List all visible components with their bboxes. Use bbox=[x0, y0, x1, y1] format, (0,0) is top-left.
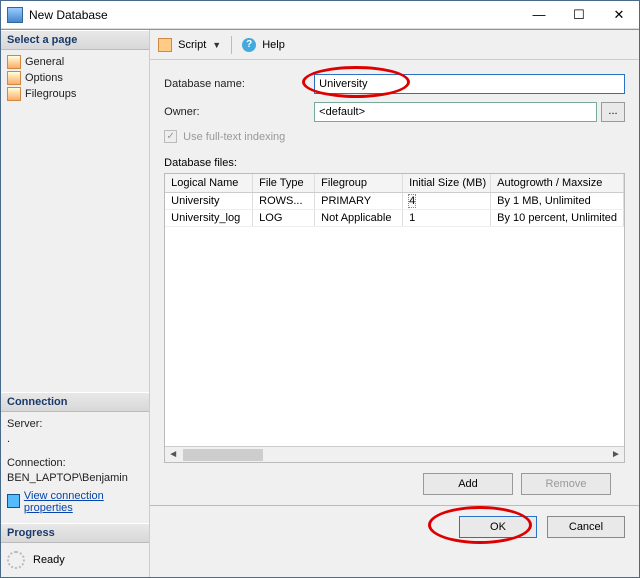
dialog-body: Select a page General Options Filegroups… bbox=[1, 29, 639, 577]
add-button[interactable]: Add bbox=[423, 473, 513, 495]
database-files-label: Database files: bbox=[164, 157, 625, 169]
remove-button: Remove bbox=[521, 473, 611, 495]
page-icon bbox=[7, 55, 21, 69]
col-filegroup[interactable]: Filegroup bbox=[315, 174, 403, 192]
owner-browse-button[interactable]: ... bbox=[601, 102, 625, 122]
sidebar: Select a page General Options Filegroups… bbox=[1, 30, 150, 577]
sidebar-item-filegroups[interactable]: Filegroups bbox=[7, 86, 143, 102]
page-label: Options bbox=[25, 72, 63, 84]
server-label: Server: bbox=[7, 418, 143, 430]
ok-button[interactable]: OK bbox=[459, 516, 537, 538]
grid-header: Logical Name File Type Filegroup Initial… bbox=[165, 174, 624, 193]
cell-logical-name[interactable]: University_log bbox=[165, 210, 253, 226]
cell-logical-name[interactable]: University bbox=[165, 193, 253, 209]
cell-filegroup[interactable]: PRIMARY bbox=[315, 193, 403, 209]
page-icon bbox=[7, 71, 21, 85]
scroll-thumb[interactable] bbox=[183, 449, 263, 461]
col-logical-name[interactable]: Logical Name bbox=[165, 174, 253, 192]
connection-label: Connection: bbox=[7, 457, 143, 469]
cancel-button[interactable]: Cancel bbox=[547, 516, 625, 538]
fulltext-checkbox: ✓ bbox=[164, 130, 177, 143]
sidebar-item-general[interactable]: General bbox=[7, 54, 143, 70]
toolbar: Script ▼ ? Help bbox=[150, 30, 639, 60]
sidebar-item-options[interactable]: Options bbox=[7, 70, 143, 86]
script-dropdown-icon[interactable]: ▼ bbox=[212, 40, 221, 50]
page-label: General bbox=[25, 56, 64, 68]
database-icon bbox=[7, 7, 23, 23]
database-files-grid[interactable]: Logical Name File Type Filegroup Initial… bbox=[164, 173, 625, 463]
cell-initial-size[interactable]: 1 bbox=[403, 210, 491, 226]
minimize-button[interactable]: — bbox=[519, 1, 559, 29]
page-label: Filegroups bbox=[25, 88, 76, 100]
script-button[interactable]: Script bbox=[178, 39, 206, 51]
page-list: General Options Filegroups bbox=[1, 50, 149, 106]
new-database-dialog: New Database — ☐ ✕ Select a page General… bbox=[0, 0, 640, 578]
col-initial-size[interactable]: Initial Size (MB) bbox=[403, 174, 491, 192]
cell-autogrowth[interactable]: By 10 percent, Unlimited bbox=[491, 210, 624, 226]
select-page-header: Select a page bbox=[1, 30, 149, 50]
close-button[interactable]: ✕ bbox=[599, 1, 639, 29]
progress-status: Ready bbox=[33, 554, 65, 566]
scroll-left-icon[interactable]: ◄ bbox=[165, 448, 181, 462]
main-panel: Script ▼ ? Help Database name: Owner: ..… bbox=[150, 30, 639, 577]
toolbar-separator bbox=[231, 36, 232, 54]
cell-initial-size[interactable]: 4 bbox=[408, 194, 416, 208]
cell-file-type[interactable]: LOG bbox=[253, 210, 315, 226]
col-autogrowth[interactable]: Autogrowth / Maxsize bbox=[491, 174, 624, 192]
progress-panel: Ready bbox=[1, 543, 149, 577]
database-name-label: Database name: bbox=[164, 78, 314, 90]
connection-value: BEN_LAPTOP\Benjamin bbox=[7, 472, 143, 484]
page-icon bbox=[7, 87, 21, 101]
connection-header: Connection bbox=[1, 392, 149, 412]
scroll-right-icon[interactable]: ► bbox=[608, 448, 624, 462]
fulltext-label: Use full-text indexing bbox=[183, 131, 285, 143]
properties-icon bbox=[7, 494, 20, 508]
titlebar[interactable]: New Database — ☐ ✕ bbox=[1, 1, 639, 29]
dialog-footer: OK Cancel bbox=[150, 505, 639, 548]
grid-row[interactable]: University ROWS... PRIMARY 4 By 1 MB, Un… bbox=[165, 193, 624, 210]
form-area: Database name: Owner: ... ✓ Use full-tex… bbox=[150, 60, 639, 505]
grid-h-scrollbar[interactable]: ◄ ► bbox=[165, 446, 624, 462]
progress-spinner-icon bbox=[7, 551, 25, 569]
grid-row[interactable]: University_log LOG Not Applicable 1 By 1… bbox=[165, 210, 624, 227]
connection-panel: Server: . Connection: BEN_LAPTOP\Benjami… bbox=[1, 412, 149, 523]
owner-input[interactable] bbox=[314, 102, 597, 122]
cell-autogrowth[interactable]: By 1 MB, Unlimited bbox=[491, 193, 624, 209]
server-value: . bbox=[7, 433, 143, 445]
view-connection-properties-link[interactable]: View connection properties bbox=[24, 490, 143, 514]
col-file-type[interactable]: File Type bbox=[253, 174, 315, 192]
progress-header: Progress bbox=[1, 523, 149, 543]
script-icon bbox=[158, 38, 172, 52]
cell-file-type[interactable]: ROWS... bbox=[253, 193, 315, 209]
owner-label: Owner: bbox=[164, 106, 314, 118]
cell-filegroup[interactable]: Not Applicable bbox=[315, 210, 403, 226]
maximize-button[interactable]: ☐ bbox=[559, 1, 599, 29]
window-title: New Database bbox=[29, 8, 519, 22]
database-name-input[interactable] bbox=[314, 74, 625, 94]
help-icon: ? bbox=[242, 38, 256, 52]
help-button[interactable]: Help bbox=[262, 39, 285, 51]
